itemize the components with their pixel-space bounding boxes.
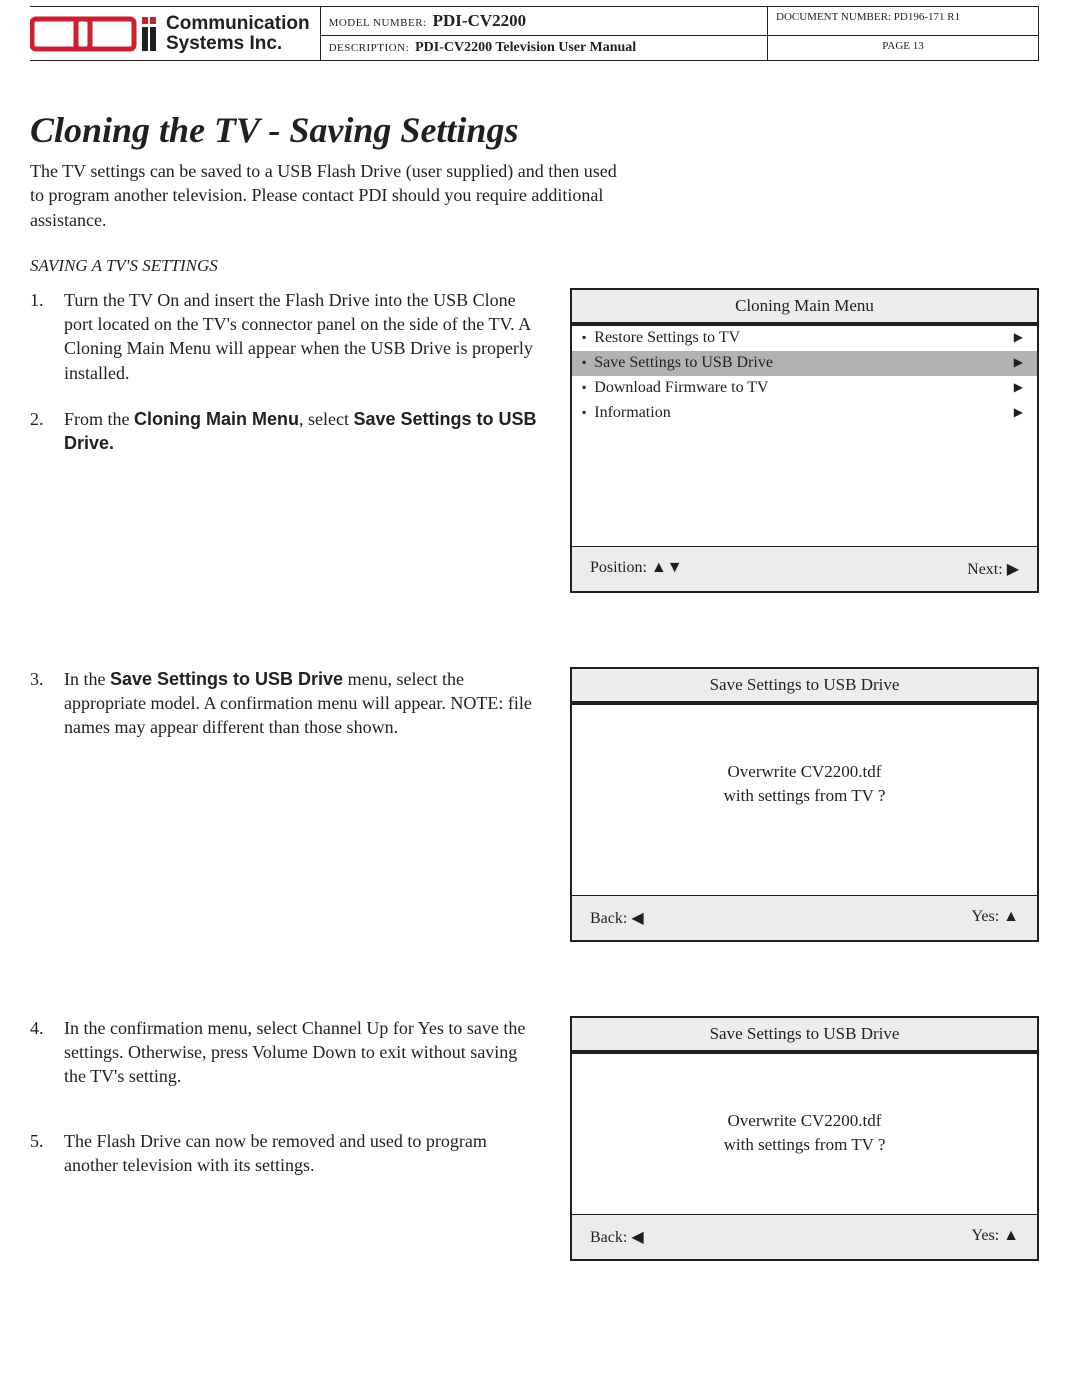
doc-label: DOCUMENT NUMBER:: [776, 11, 891, 23]
menu1-item-save: ▪ Save Settings to USB Drive ▶: [572, 351, 1037, 376]
step-2-b: Cloning Main Menu: [134, 409, 299, 429]
menu1-item3-label: Information: [594, 404, 670, 422]
menu2-footer-right: Yes: ▲: [971, 908, 1019, 928]
menu2-footer-left: Back: ◀: [590, 908, 644, 928]
menu1-body: ▪ Restore Settings to TV ▶ ▪ Save Settings…: [572, 326, 1037, 546]
block-3-figure: Save Settings to USB Drive Overwrite CV2…: [570, 1016, 1039, 1261]
header-right: MODEL NUMBER: PDI-CV2200 DOCUMENT NUMBER…: [321, 7, 1038, 60]
step-3: In the Save Settings to USB Drive menu, …: [30, 667, 540, 740]
arrow-right-icon: ▶: [1014, 380, 1023, 395]
block-1-text: Turn the TV On and insert the Flash Driv…: [30, 288, 540, 478]
bullet-icon: ▪: [582, 330, 586, 345]
bullet-icon: ▪: [582, 405, 586, 420]
step-1: Turn the TV On and insert the Flash Driv…: [30, 288, 540, 385]
desc-cell: DESCRIPTION: PDI-CV2200 Television User …: [321, 36, 768, 60]
model-cell: MODEL NUMBER: PDI-CV2200: [321, 7, 768, 35]
menu2-msg-line1: Overwrite CV2200.tdf: [728, 760, 882, 784]
model-value: PDI-CV2200: [433, 11, 527, 31]
menu3-body: Overwrite CV2200.tdf with settings from …: [572, 1054, 1037, 1214]
bullet-icon: ▪: [582, 380, 586, 395]
step-2-a: From the: [64, 409, 134, 429]
step-4-text: In the confirmation menu, select Channel…: [64, 1018, 525, 1087]
page-title: Cloning the TV - Saving Settings: [30, 109, 1039, 151]
bullet-icon: ▪: [582, 355, 586, 370]
save-settings-confirm-box-2: Save Settings to USB Drive Overwrite CV2…: [570, 1016, 1039, 1261]
cloning-main-menu-box: Cloning Main Menu ▪ Restore Settings to T…: [570, 288, 1039, 593]
menu2-footer: Back: ◀ Yes: ▲: [572, 895, 1037, 940]
menu1-title: Cloning Main Menu: [572, 290, 1037, 322]
page-label: PAGE 13: [882, 40, 923, 52]
desc-label: DESCRIPTION:: [329, 42, 410, 54]
header-row-1: MODEL NUMBER: PDI-CV2200 DOCUMENT NUMBER…: [321, 7, 1038, 36]
step-3-a: In the: [64, 669, 110, 689]
desc-value: PDI-CV2200 Television User Manual: [415, 40, 636, 56]
block-1: Turn the TV On and insert the Flash Driv…: [30, 288, 1039, 593]
menu3-msg-line2: with settings from TV ?: [724, 1133, 886, 1157]
menu1-footer-left: Position: ▲▼: [590, 559, 683, 579]
step-2: From the Cloning Main Menu, select Save …: [30, 407, 540, 456]
menu1-footer: Position: ▲▼ Next: ▶: [572, 546, 1037, 591]
menu1-footer-right: Next: ▶: [967, 559, 1019, 579]
menu1-item-restore: ▪ Restore Settings to TV ▶: [572, 326, 1037, 351]
menu3-footer-right: Yes: ▲: [971, 1227, 1019, 1247]
arrow-right-icon: ▶: [1014, 405, 1023, 420]
step-4: In the confirmation menu, select Channel…: [30, 1016, 540, 1089]
menu1-item-download: ▪ Download Firmware to TV ▶: [572, 376, 1037, 401]
block-3: In the confirmation menu, select Channel…: [30, 1016, 1039, 1261]
step-2-c: , select: [299, 409, 353, 429]
menu2-msg-line2: with settings from TV ?: [724, 784, 886, 808]
block-3-text: In the confirmation menu, select Channel…: [30, 1016, 540, 1199]
company-name: Communication Systems Inc.: [166, 14, 310, 54]
doc-header: Communication Systems Inc. MODEL NUMBER:…: [30, 6, 1039, 61]
model-label: MODEL NUMBER:: [329, 17, 427, 29]
doc-value: PD196-171 R1: [894, 11, 960, 23]
menu3-msg-line1: Overwrite CV2200.tdf: [728, 1109, 882, 1133]
arrow-right-icon: ▶: [1014, 330, 1023, 345]
step-3-b: Save Settings to USB Drive: [110, 669, 343, 689]
company-line1: Communication: [166, 14, 310, 34]
section-subhead: SAVING A TV'S SETTINGS: [30, 256, 1039, 276]
menu1-item1-label: Save Settings to USB Drive: [594, 354, 773, 372]
block-2-text: In the Save Settings to USB Drive menu, …: [30, 667, 540, 762]
menu3-footer-left: Back: ◀: [590, 1227, 644, 1247]
page-cell: PAGE 13: [768, 36, 1038, 60]
logo-cell: Communication Systems Inc.: [30, 7, 321, 60]
company-line2: Systems Inc.: [166, 34, 310, 54]
menu1-item-info: ▪ Information ▶: [572, 401, 1037, 426]
menu2-title: Save Settings to USB Drive: [572, 669, 1037, 701]
menu1-item2-label: Download Firmware to TV: [594, 379, 768, 397]
menu2-body: Overwrite CV2200.tdf with settings from …: [572, 705, 1037, 895]
block-1-figure: Cloning Main Menu ▪ Restore Settings to T…: [570, 288, 1039, 593]
step-5-text: The Flash Drive can now be removed and u…: [64, 1131, 487, 1175]
block-2: In the Save Settings to USB Drive menu, …: [30, 667, 1039, 942]
menu3-footer: Back: ◀ Yes: ▲: [572, 1214, 1037, 1259]
menu3-title: Save Settings to USB Drive: [572, 1018, 1037, 1050]
arrow-right-icon: ▶: [1014, 355, 1023, 370]
pdi-logo-icon: [30, 13, 160, 55]
header-row-2: DESCRIPTION: PDI-CV2200 Television User …: [321, 36, 1038, 60]
save-settings-confirm-box-1: Save Settings to USB Drive Overwrite CV2…: [570, 667, 1039, 942]
doc-cell: DOCUMENT NUMBER: PD196-171 R1: [768, 7, 1038, 35]
menu1-item0-label: Restore Settings to TV: [594, 329, 740, 347]
step-1-text: Turn the TV On and insert the Flash Driv…: [64, 290, 533, 383]
block-2-figure: Save Settings to USB Drive Overwrite CV2…: [570, 667, 1039, 942]
step-5: The Flash Drive can now be removed and u…: [30, 1129, 540, 1178]
intro-text: The TV settings can be saved to a USB Fl…: [30, 159, 630, 232]
